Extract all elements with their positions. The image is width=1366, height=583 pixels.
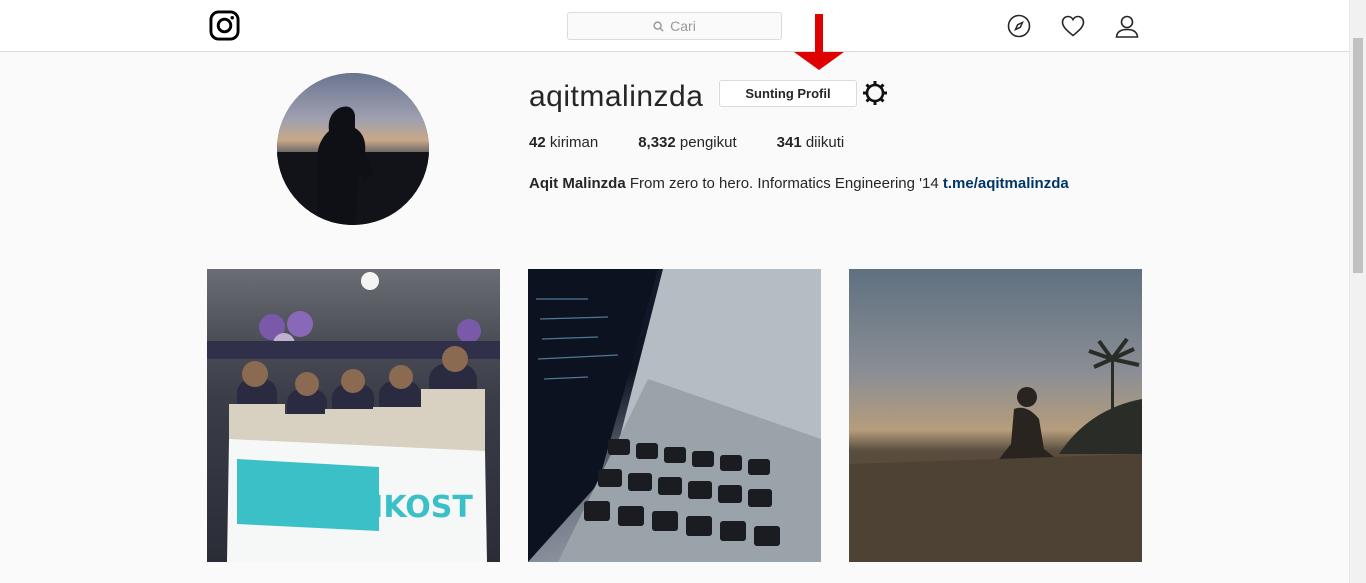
user-icon — [1115, 15, 1139, 38]
profile-button[interactable] — [1115, 13, 1139, 39]
stat-followers[interactable]: 8,332 pengikut — [638, 134, 736, 151]
profile-username: aqitmalinzda — [529, 80, 704, 113]
edit-profile-button[interactable]: Sunting Profil — [719, 80, 857, 107]
posts-label: kiriman — [549, 134, 599, 151]
search-placeholder: Cari — [670, 18, 696, 34]
profile-bio: Aqit Malinzda From zero to hero. Informa… — [529, 175, 1069, 192]
explore-button[interactable] — [1007, 13, 1031, 39]
followers-count: 8,332 — [638, 134, 676, 151]
scrollbar-thumb[interactable] — [1353, 38, 1363, 273]
heart-icon — [1061, 15, 1085, 37]
post-banner-text: INDIKOST — [311, 490, 473, 525]
followers-label: pengikut — [679, 134, 737, 151]
post-thumbnail[interactable] — [528, 269, 821, 562]
profile-full-name: Aqit Malinzda — [529, 175, 626, 192]
post-thumbnail[interactable] — [849, 269, 1142, 562]
search-icon — [653, 20, 664, 32]
activity-button[interactable] — [1061, 13, 1085, 39]
profile-avatar[interactable] — [277, 73, 429, 225]
posts-count: 42 — [529, 134, 546, 151]
gear-icon[interactable] — [862, 80, 888, 106]
following-label: diikuti — [805, 134, 845, 151]
bio-link[interactable]: t.me/aqitmalinzda — [943, 175, 1069, 192]
instagram-logo-icon[interactable] — [209, 10, 240, 41]
top-navigation-bar: Cari — [0, 0, 1349, 52]
profile-stats: 42 kiriman 8,332 pengikut 341 diikuti — [529, 134, 884, 151]
post-grid: INDIKOST — [207, 269, 1142, 562]
bio-text: From zero to hero. Informatics Engineeri… — [629, 175, 939, 192]
following-count: 341 — [776, 134, 802, 151]
post-thumbnail[interactable]: INDIKOST — [207, 269, 500, 562]
nav-icons — [1007, 13, 1139, 39]
stat-posts: 42 kiriman — [529, 134, 598, 151]
red-arrow-icon — [794, 14, 844, 70]
search-input[interactable]: Cari — [567, 12, 782, 40]
page-scrollbar[interactable] — [1349, 0, 1366, 583]
stat-following[interactable]: 341 diikuti — [777, 134, 845, 151]
compass-icon — [1007, 14, 1031, 38]
